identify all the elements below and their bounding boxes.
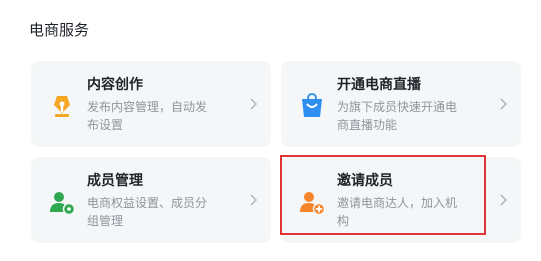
open-live-commerce-card[interactable]: 开通电商直播 为旗下成员快速开通电商直播功能	[281, 61, 521, 147]
card-title: 开通电商直播	[337, 77, 421, 93]
content-creation-card[interactable]: 内容创作 发布内容管理，自动发布设置	[31, 61, 271, 147]
shopping-bag-icon	[302, 93, 322, 117]
card-description: 邀请电商达人，加入机构	[337, 196, 458, 228]
user-settings-icon	[50, 192, 75, 215]
user-add-icon	[300, 192, 325, 215]
ecommerce-services-panel: 电商服务 内容创作 发布内容管理，自动发布设置 开通电商直播 为旗下成员快速开通…	[0, 0, 541, 261]
card-title: 成员管理	[87, 173, 143, 189]
card-description: 电商权益设置、成员分组管理	[87, 196, 208, 228]
card-title: 内容创作	[87, 77, 143, 93]
chevron-right-icon	[500, 98, 508, 110]
card-title: 邀请成员	[337, 173, 393, 189]
chevron-right-icon	[250, 194, 258, 206]
section-title: 电商服务	[29, 21, 90, 39]
chevron-right-icon	[500, 194, 508, 206]
chevron-right-icon	[250, 98, 258, 110]
invite-member-card[interactable]: 邀请成员 邀请电商达人，加入机构	[281, 157, 521, 243]
card-description: 为旗下成员快速开通电商直播功能	[337, 100, 458, 132]
pen-nib-icon	[54, 96, 70, 117]
member-management-card[interactable]: 成员管理 电商权益设置、成员分组管理	[31, 157, 271, 243]
card-description: 发布内容管理，自动发布设置	[87, 100, 208, 132]
